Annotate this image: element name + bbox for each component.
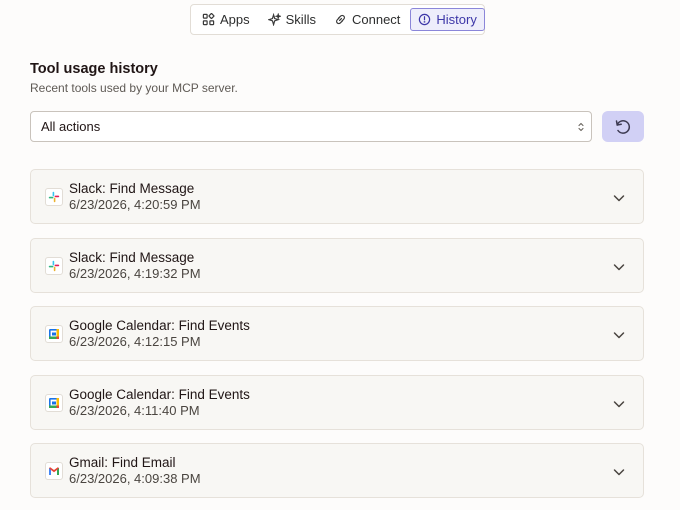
chevron-down-icon[interactable] [612,465,626,479]
history-item-timestamp: 6/23/2026, 4:12:15 PM [69,334,201,349]
history-item-title: Google Calendar: Find Events [69,318,250,333]
sparkle-icon [267,13,281,26]
apps-grid-icon [202,13,215,26]
chevron-down-icon[interactable] [612,260,626,274]
link-icon [336,14,345,25]
history-item-title: Slack: Find Message [69,181,195,196]
slack-icon [45,256,63,275]
history-item-title: Google Calendar: Find Events [69,386,250,402]
tab-connect-label: Connect [351,12,401,27]
history-item-timestamp: 6/23/2026, 4:09:38 PM [69,471,201,486]
history-item[interactable]: Slack: Find Message 6/23/2026, 4:19:32 PM [30,237,644,293]
clock-icon [419,13,431,26]
tab-skills[interactable]: Skills [260,8,324,31]
tab-history-label: History [436,12,477,27]
tab-apps[interactable]: Apps [194,8,258,31]
select-chevrons-icon [578,122,584,132]
tab-skills-label: Skills [285,12,316,27]
chevron-down-icon[interactable] [612,191,626,205]
google-calendar-icon [45,325,63,343]
google-calendar-icon [45,393,63,412]
refresh-button[interactable] [602,111,644,142]
tab-connect[interactable]: Connect [326,8,408,31]
history-item-timestamp: 6/23/2026, 4:20:59 PM [69,197,201,212]
gmail-icon [45,462,63,480]
history-list: Slack: Find Message 6/23/2026, 4:20:59 PM… [30,169,644,510]
history-item[interactable]: Google Calendar: Find Events 6/23/2026, 4… [30,374,644,430]
history-item-title: Gmail: Find Email [69,455,176,470]
chevron-down-icon[interactable] [612,397,626,411]
tab-apps-label: Apps [220,12,250,27]
history-item-timestamp: 6/23/2026, 4:11:40 PM [69,402,200,418]
history-item[interactable]: Google Calendar: Find Events 6/23/2026, 4… [30,306,644,361]
history-item-title: Slack: Find Message [69,249,195,265]
slack-icon [45,188,63,206]
history-item-timestamp: 6/23/2026, 4:19:32 PM [69,265,201,281]
history-item[interactable]: Gmail: Find Email 6/23/2026, 4:09:38 PM [30,443,644,498]
actions-filter-value: All actions [41,119,101,134]
section-subtitle: Recent tools used by your MCP server. [30,81,238,95]
nav-tabs: Apps Skills Connect History [190,4,485,35]
history-item[interactable]: Slack: Find Message 6/23/2026, 4:20:59 PM [30,169,644,224]
actions-filter-select[interactable]: All actions [30,111,592,142]
section-title: Tool usage history [30,61,158,77]
refresh-icon [615,119,630,134]
tab-history[interactable]: History [410,8,485,31]
chevron-down-icon[interactable] [612,328,626,342]
